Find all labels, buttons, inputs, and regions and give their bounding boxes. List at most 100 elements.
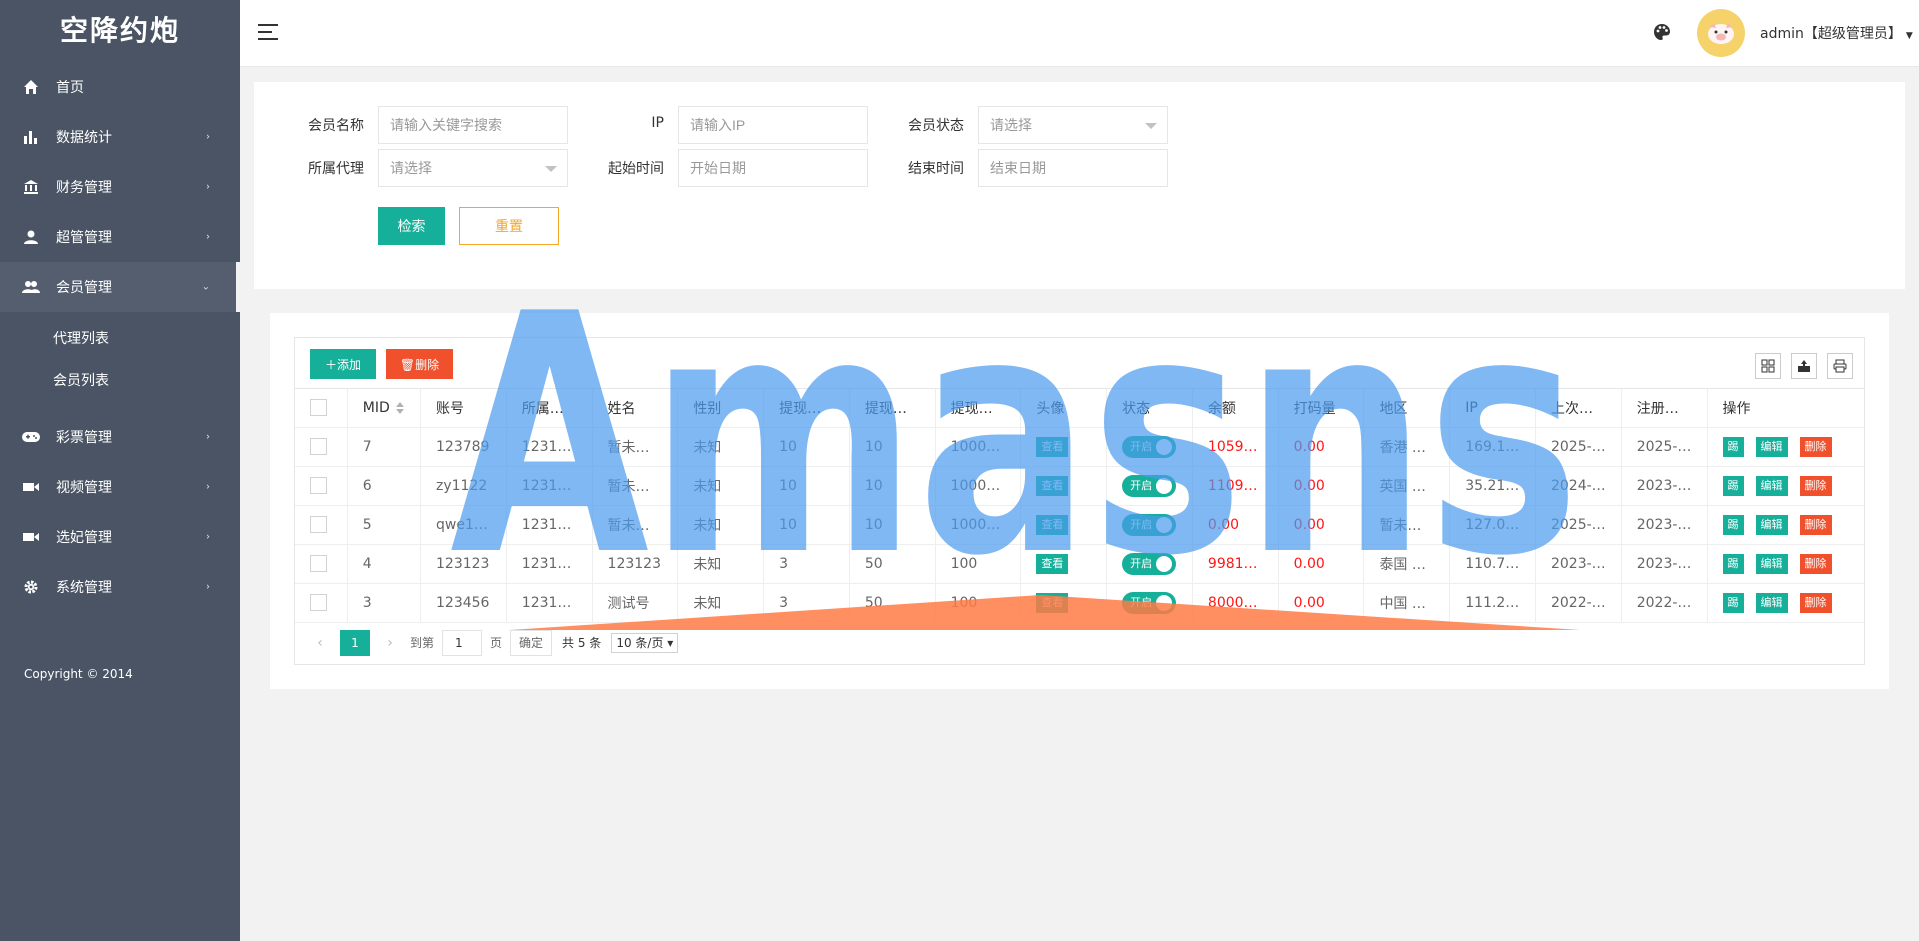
kick-button[interactable]: 踢 (1722, 553, 1744, 574)
table-cell: 1231… (506, 583, 593, 623)
status-toggle-label: 开启 (1130, 595, 1153, 609)
kick-button[interactable]: 踢 (1722, 514, 1744, 535)
sidebar-item-superadmin[interactable]: 超管管理 › (0, 212, 240, 262)
page-size-select[interactable]: 10 条/页 ▾ (611, 632, 679, 653)
column-header-label: 注册… (1636, 400, 1679, 417)
next-page-icon[interactable]: › (380, 635, 400, 651)
agent-select[interactable]: 请选择 (378, 149, 568, 187)
row-checkbox[interactable] (310, 516, 327, 533)
sidebar-item-stats[interactable]: 数据统计 › (0, 112, 240, 162)
status-toggle-label: 开启 (1130, 556, 1153, 570)
avatar[interactable] (1697, 9, 1745, 57)
total-count: 共 5 条 (562, 636, 602, 650)
member-name-input[interactable]: 请输入关键字搜索 (378, 106, 568, 144)
sidebar-item-label: 彩票管理 (56, 430, 112, 446)
row-checkbox[interactable] (310, 477, 327, 494)
video-icon (22, 528, 40, 546)
sidebar-item-label: 会员管理 (56, 280, 112, 296)
delete-row-button[interactable]: 删除 (1799, 436, 1832, 457)
delete-row-button[interactable]: 删除 (1799, 514, 1832, 535)
kick-button[interactable]: 踢 (1722, 436, 1744, 457)
view-avatar-button[interactable]: 查看 (1036, 475, 1069, 496)
member-status-select[interactable]: 请选择 (978, 106, 1168, 144)
table-cell: zy1122 (420, 466, 507, 506)
table-cell: 2023-… (1621, 544, 1708, 584)
edit-button[interactable]: 编辑 (1755, 553, 1788, 574)
select-all-checkbox[interactable] (310, 399, 327, 417)
row-checkbox[interactable] (310, 555, 327, 572)
delete-row-button[interactable]: 删除 (1799, 592, 1832, 613)
sidebar-item-system[interactable]: 系统管理 › (0, 562, 240, 612)
row-checkbox[interactable] (310, 594, 327, 611)
column-header: 姓名 (592, 389, 679, 428)
status-toggle[interactable]: 开启 (1122, 591, 1177, 614)
sidebar-item-agent-list[interactable]: 代理列表 (0, 318, 240, 360)
table-cell: 暂未… (1363, 505, 1451, 545)
end-date-input[interactable]: 结束日期 (978, 149, 1168, 187)
status-toggle[interactable]: 开启 (1122, 435, 1177, 458)
print-icon[interactable] (1827, 353, 1853, 379)
search-button[interactable]: 检索 (378, 207, 445, 245)
prev-page-icon[interactable]: ‹ (310, 635, 330, 651)
column-header: 账号 (420, 389, 507, 428)
status-toggle[interactable]: 开启 (1122, 513, 1177, 536)
table-cell: 未知 (677, 505, 765, 545)
delete-row-button[interactable]: 删除 (1799, 553, 1832, 574)
table-cell: 0.00 (1278, 427, 1365, 467)
row-select-cell (295, 427, 348, 467)
table-row: 4 123123 1231… 123123 未知 3 50 100 查看 开启 9981… 0.00 泰… (295, 544, 1864, 584)
sort-icon[interactable] (395, 401, 404, 414)
table-row: 6 zy1122 1231… 暂未… 未知 10 10 1000… 查看 开启 1109… 0.00 英… (295, 466, 1864, 506)
kick-button[interactable]: 踢 (1722, 475, 1744, 496)
column-header: 提现… (763, 389, 850, 428)
user-menu[interactable]: admin【超级管理员】 ▼ (1760, 23, 1913, 43)
user-icon (22, 228, 40, 246)
add-button[interactable]: ＋添加 (310, 349, 376, 379)
table-cell: qwe1… (420, 505, 507, 545)
start-date-input[interactable]: 开始日期 (678, 149, 868, 187)
sidebar-item-label: 选妃管理 (56, 530, 112, 546)
delete-row-button[interactable]: 删除 (1799, 475, 1832, 496)
view-avatar-button[interactable]: 查看 (1036, 436, 1069, 457)
sidebar-item-video[interactable]: 视频管理 › (0, 462, 240, 512)
goto-label: 到第 (410, 636, 435, 650)
table-cell: 暂未… (592, 427, 679, 467)
sidebar-item-home[interactable]: 首页 (0, 62, 240, 112)
kick-button[interactable]: 踢 (1722, 592, 1744, 613)
status-toggle[interactable]: 开启 (1122, 474, 1177, 497)
sidebar-item-member-list[interactable]: 会员列表 (0, 360, 240, 402)
page-current[interactable]: 1 (340, 629, 370, 656)
columns-filter-icon[interactable] (1755, 353, 1781, 379)
actions-cell: 踢编辑 删除 (1707, 544, 1864, 584)
row-checkbox[interactable] (310, 438, 327, 455)
edit-button[interactable]: 编辑 (1755, 436, 1788, 457)
sidebar-item-members[interactable]: 会员管理 ⌄ (0, 262, 240, 312)
sidebar-item-finance[interactable]: 财务管理 › (0, 162, 240, 212)
table-cell: 100 (935, 544, 1022, 584)
palette-icon[interactable] (1652, 22, 1672, 42)
sidebar-item-selection[interactable]: 选妃管理 › (0, 512, 240, 562)
export-icon[interactable] (1791, 353, 1817, 379)
table-cell: 10 (763, 505, 850, 545)
table-cell: 2025-… (1535, 505, 1622, 545)
ip-input[interactable]: 请输入IP (678, 106, 868, 144)
status-toggle[interactable]: 开启 (1122, 552, 1177, 575)
page-jump-input[interactable]: 1 (442, 629, 483, 656)
column-header: 注册… (1621, 389, 1708, 428)
menu-toggle-icon[interactable] (258, 24, 278, 40)
view-avatar-button[interactable]: 查看 (1036, 592, 1069, 613)
reset-button[interactable]: 重置 (459, 207, 559, 245)
column-header-label: 提现… (864, 400, 907, 417)
table-cell: 1000… (935, 505, 1022, 545)
edit-button[interactable]: 编辑 (1755, 514, 1788, 535)
actions-cell: 踢编辑 删除 (1707, 583, 1864, 623)
view-avatar-button[interactable]: 查看 (1036, 514, 1069, 535)
edit-button[interactable]: 编辑 (1755, 475, 1788, 496)
sidebar-item-lottery[interactable]: 彩票管理 › (0, 412, 240, 462)
column-header[interactable]: MID (347, 389, 422, 428)
batch-delete-button[interactable]: 🗑删除 (386, 349, 453, 379)
view-avatar-button[interactable]: 查看 (1036, 553, 1069, 574)
edit-button[interactable]: 编辑 (1755, 592, 1788, 613)
row-select-cell (295, 583, 348, 623)
page-jump-confirm-button[interactable]: 确定 (510, 629, 553, 656)
